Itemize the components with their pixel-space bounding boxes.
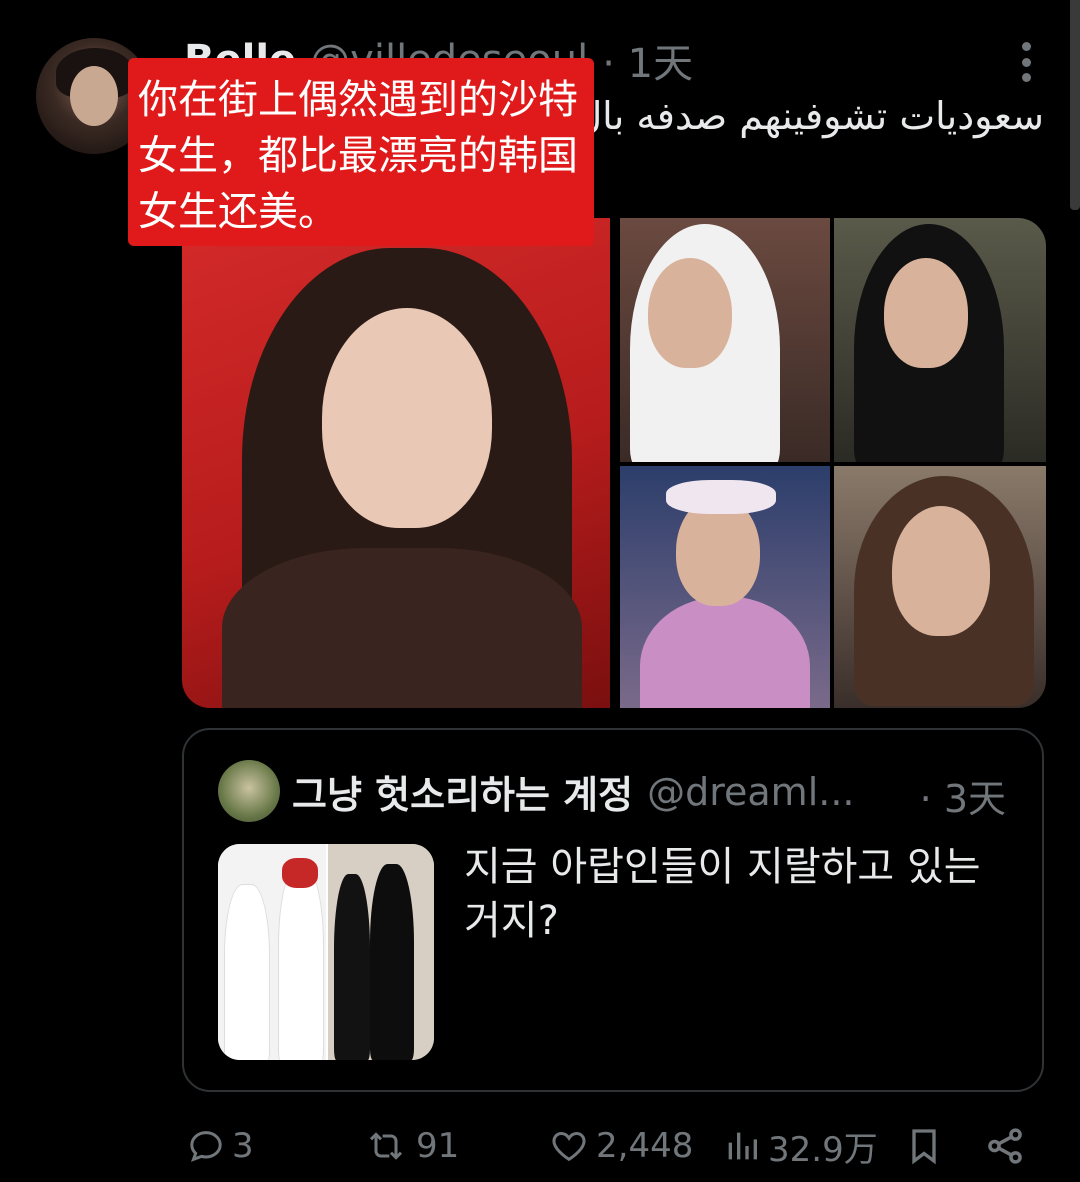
photo-robe [334, 874, 370, 1060]
retweet-icon [369, 1132, 403, 1160]
media-image-4[interactable] [620, 466, 830, 708]
photo-face [322, 308, 492, 528]
photo-face [892, 506, 990, 636]
views-icon [728, 1132, 757, 1160]
media-image-1[interactable] [182, 218, 610, 708]
tweet-action-bar: 3 91 2,448 32.9万 [0, 1116, 1080, 1176]
tweet-timestamp[interactable]: · 1天 [602, 31, 693, 89]
more-dot [1021, 42, 1031, 51]
photo-robe [278, 868, 324, 1060]
photo-face [884, 258, 968, 368]
media-image-3[interactable] [834, 218, 1046, 462]
photo-face [648, 258, 732, 368]
quoted-author-avatar[interactable] [218, 760, 280, 822]
media-image-2[interactable] [620, 218, 830, 462]
quoted-tweet[interactable]: 그냥 헛소리하는 계정 @dreaml... · 3天 지금 아랍인들이 지랄하… [182, 728, 1044, 1092]
quoted-tweet-header: 그냥 헛소리하는 계정 @dreaml... [292, 764, 855, 819]
share-button[interactable] [984, 1116, 1026, 1176]
tweet-page: Belle @villedeseoul · 1天 سعوديات تشوفينه… [0, 0, 1080, 1182]
photo-headdress [282, 858, 318, 888]
quoted-tweet-image[interactable] [218, 844, 434, 1060]
more-dot [1021, 73, 1031, 82]
reply-icon [190, 1131, 222, 1162]
quoted-author-name: 그냥 헛소리하는 계정 [292, 773, 634, 817]
reply-button[interactable]: 3 [186, 1116, 254, 1176]
quoted-tweet-timestamp: · 3天 [919, 777, 1006, 821]
retweet-button[interactable]: 91 [362, 1116, 459, 1176]
share-icon [988, 1128, 1022, 1164]
tweet-media-grid [182, 218, 1046, 708]
retweet-count: 91 [416, 1126, 460, 1166]
scrollbar[interactable] [1070, 0, 1080, 210]
photo-robe [224, 884, 270, 1060]
translation-caption-overlay: 你在街上偶然遇到的沙特女生，都比最漂亮的韩国女生还美。 [128, 58, 594, 246]
media-image-5[interactable] [834, 466, 1046, 708]
views-count: 32.9万 [768, 1129, 878, 1170]
reply-count: 3 [232, 1126, 254, 1166]
photo-visor [666, 480, 776, 514]
more-icon[interactable] [1020, 42, 1032, 82]
quoted-author-handle: @dreaml... [647, 769, 855, 814]
like-button[interactable]: 2,448 [548, 1116, 693, 1176]
photo-robe [370, 864, 414, 1060]
avatar-face [70, 66, 118, 126]
photo-body [222, 548, 582, 708]
like-count: 2,448 [596, 1126, 694, 1166]
bookmark-button[interactable] [904, 1116, 944, 1176]
quoted-tweet-text: 지금 아랍인들이 지랄하고 있는 거지? [464, 844, 981, 944]
more-dot [1021, 57, 1031, 67]
views-button[interactable]: 32.9万 [722, 1116, 878, 1176]
photo-jacket [640, 596, 810, 708]
heart-icon [552, 1131, 586, 1162]
bookmark-icon [912, 1129, 936, 1165]
